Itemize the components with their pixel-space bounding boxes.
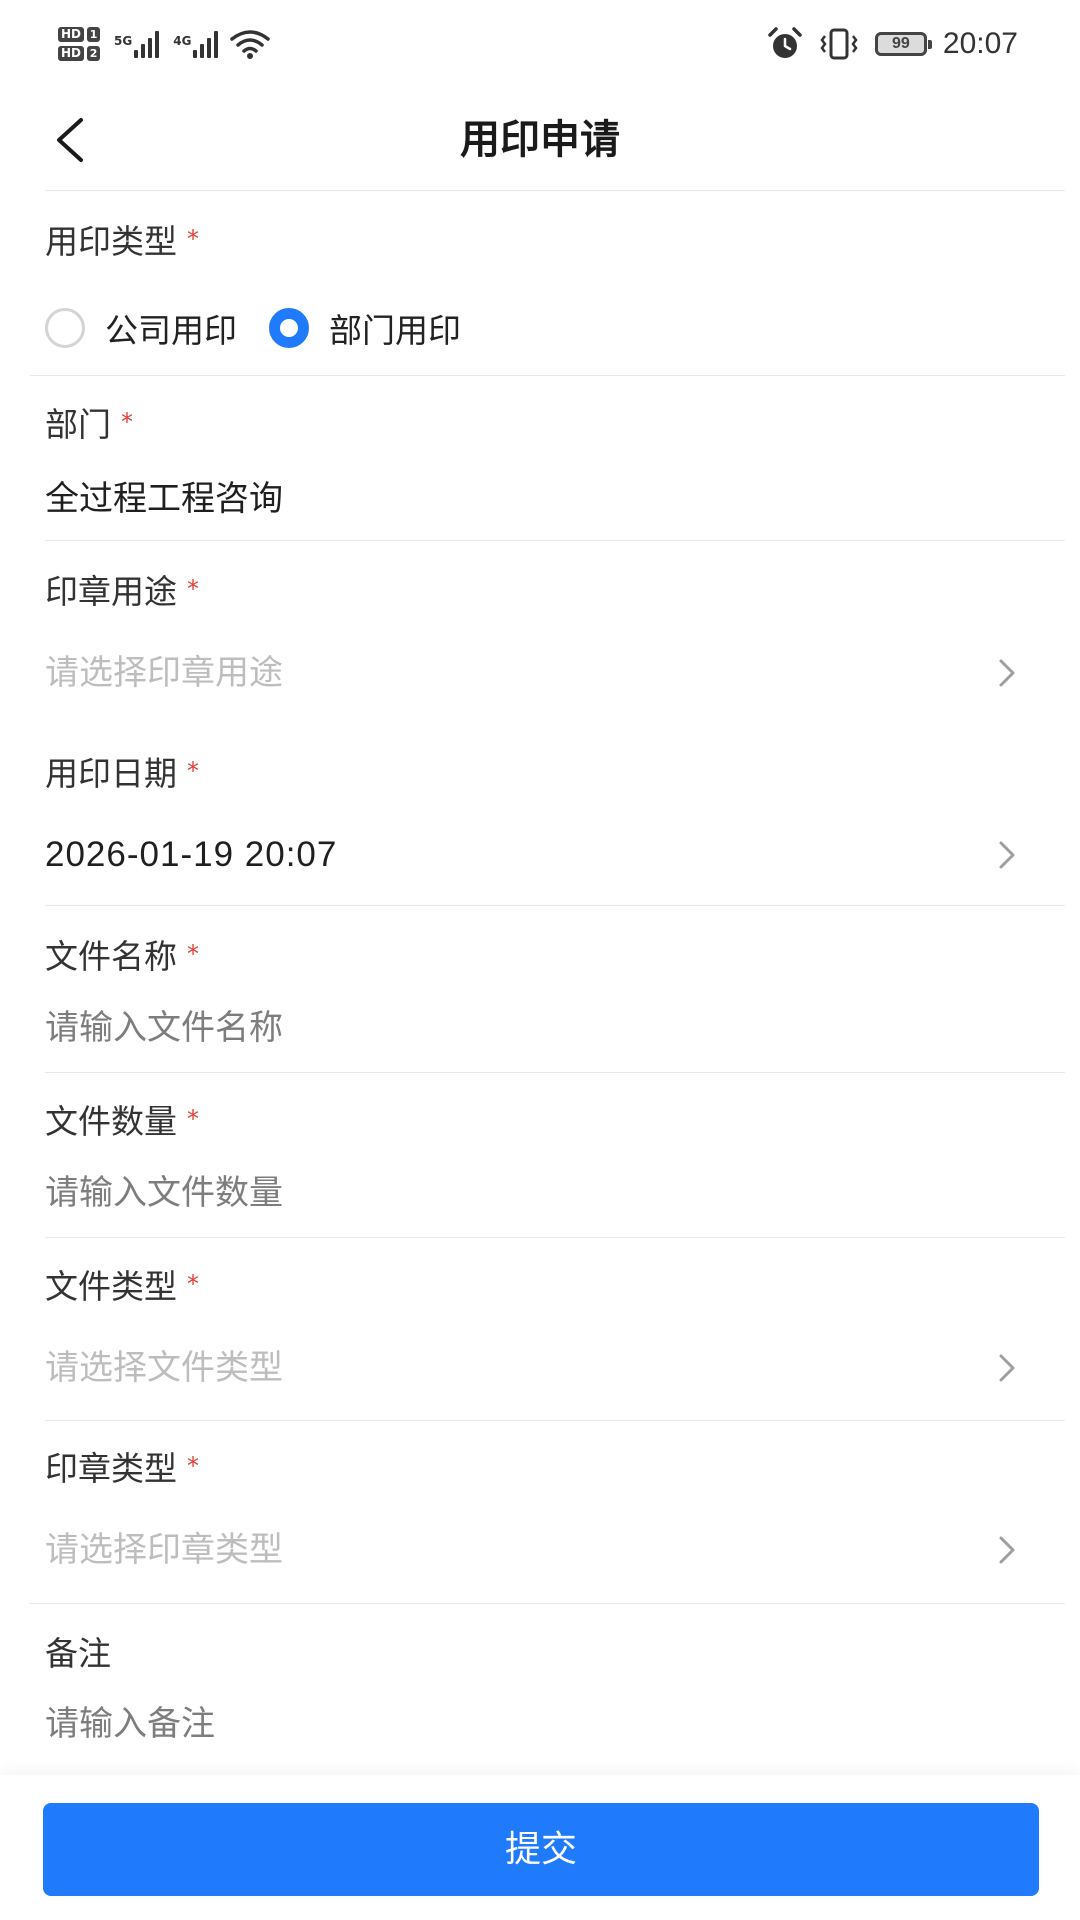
alarm-icon [768,27,802,58]
nav-bar: 用印申请 [0,90,1080,190]
file-count-input[interactable]: 请输入文件数量 [45,1170,945,1216]
seal-kind-radio-group: 公司用印 部门用印 [45,300,493,356]
chevron-right-icon [989,837,1025,873]
hd-badge-1: HD [58,27,85,42]
radio-company-seal[interactable]: 公司用印 [45,304,237,352]
seal-type-placeholder: 请选择印章类型 [45,1530,283,1570]
status-left: HD 1 HD 2 5G 4G [58,18,271,70]
seal-purpose-label: 印章用途 * [45,572,199,611]
radio-unchecked-icon [45,308,85,348]
file-name-input[interactable]: 请输入文件名称 [45,1005,945,1051]
chevron-right-icon [989,1532,1025,1568]
chevron-left-icon [57,118,83,162]
radio-label: 公司用印 [105,311,237,350]
seal-purpose-placeholder: 请选择印章用途 [45,653,283,693]
submit-button[interactable]: 提交 [43,1803,1039,1896]
department-label: 部门 * [45,405,133,444]
field-divider [30,1603,1065,1604]
chevron-right-icon [989,655,1025,691]
field-divider [45,905,1065,906]
seal-kind-label: 用印类型 * [45,222,199,261]
status-bar: HD 1 HD 2 5G 4G 99 20:07 [0,0,1080,90]
field-divider [45,540,1065,541]
nav-divider [45,190,1065,191]
remark-input[interactable]: 请输入备注 [45,1701,945,1747]
signal-bars-icon [193,30,219,58]
signal-5g: 5G [114,30,160,58]
file-name-label: 文件名称 * [45,937,199,976]
sim-2-badge: 2 [87,46,101,61]
required-mark: * [187,1452,199,1480]
status-right: 99 20:07 [767,22,1018,66]
radio-checked-icon [269,308,309,348]
required-mark: * [187,940,199,968]
battery-icon: 99 [874,32,932,56]
radio-department-seal[interactable]: 部门用印 [269,304,461,352]
required-mark: * [187,575,199,603]
radio-label: 部门用印 [329,311,461,350]
page-title: 用印申请 [460,117,620,163]
sim-indicators: HD 1 HD 2 [58,27,101,61]
required-mark: * [187,757,199,785]
seal-type-label: 印章类型 * [45,1449,199,1488]
file-type-label: 文件类型 * [45,1267,199,1306]
net-type-1: 5G [114,34,133,48]
net-type-2: 4G [173,34,192,48]
field-divider [45,1420,1065,1421]
required-mark: * [187,225,199,253]
status-time: 20:07 [942,27,1018,60]
field-divider [45,1072,1065,1073]
seal-date-label: 用印日期 * [45,754,199,793]
vibrate-icon [820,28,858,60]
required-mark: * [187,1270,199,1298]
signal-bars-icon [134,30,160,58]
file-type-placeholder: 请选择文件类型 [45,1348,283,1388]
field-divider [30,375,1065,376]
file-count-label: 文件数量 * [45,1102,199,1141]
field-divider [45,1237,1065,1238]
seal-date-value: 2026-01-19 20:07 [45,835,338,874]
remark-label: 备注 [45,1634,111,1673]
wifi-icon [230,30,271,59]
department-value: 全过程工程咨询 [45,479,283,519]
chevron-right-icon [989,1350,1025,1386]
hd-badge-2: HD [58,46,85,61]
back-button[interactable] [40,110,100,170]
signal-4g: 4G [173,30,219,58]
sim-1-badge: 1 [87,27,101,42]
required-mark: * [187,1105,199,1133]
required-mark: * [121,408,133,436]
